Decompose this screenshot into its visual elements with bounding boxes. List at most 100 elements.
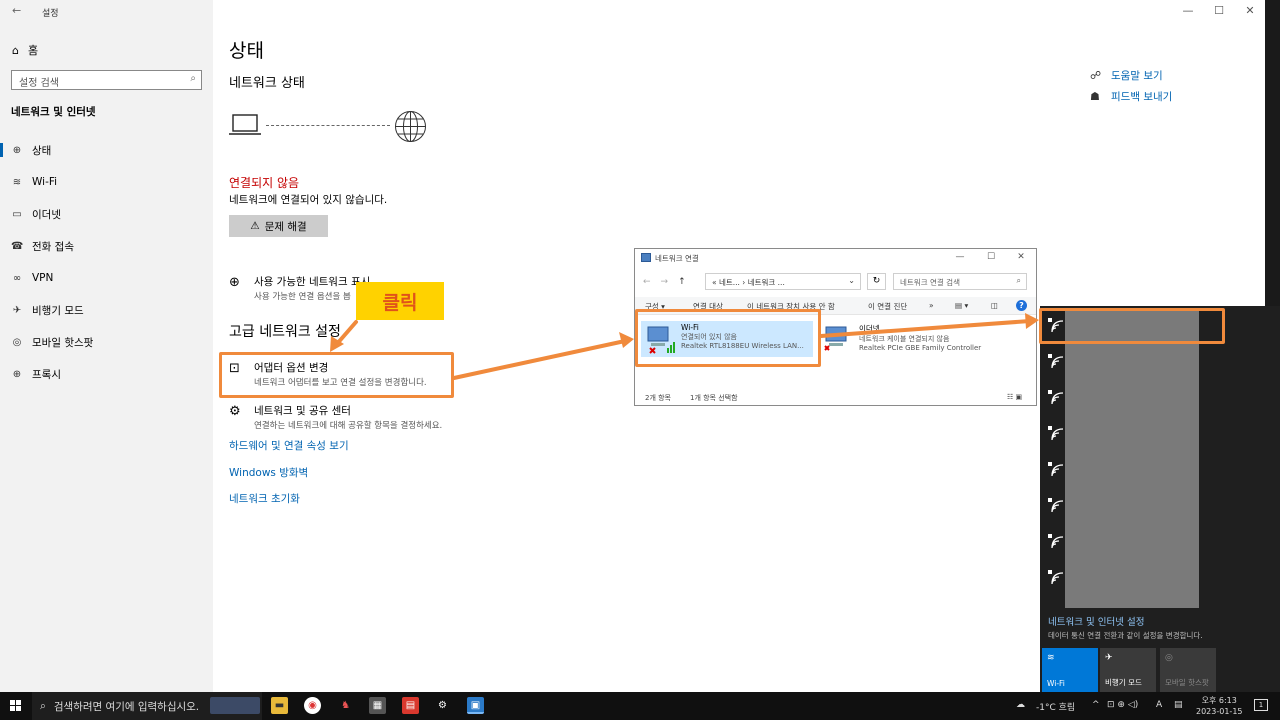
secured-wifi-icon[interactable] [1046, 388, 1064, 406]
sidebar-item-status[interactable]: ⊕ 상태 [0, 138, 213, 162]
details-view-icon[interactable]: ☷ ▣ [1007, 393, 1022, 401]
toolbar-diagnose[interactable]: 이 연결 진단 [868, 301, 907, 312]
troubleshoot-button[interactable]: ⚠ 문제 해결 [229, 215, 328, 237]
preview-pane-icon[interactable]: ◫ [991, 301, 998, 310]
proxy-icon: ⊕ [12, 368, 22, 380]
secured-wifi-icon[interactable] [1046, 352, 1064, 370]
network-sharing-center[interactable]: ⚙ 네트워크 및 공유 센터 연결하는 네트워크에 대해 공유할 항목을 결정하… [229, 403, 442, 431]
warning-icon: ⚠ [250, 220, 260, 232]
network-connections-taskbar-icon[interactable]: ▣ [467, 697, 484, 714]
sidebar-item-airplane[interactable]: ✈ 비행기 모드 [0, 298, 213, 322]
back-icon[interactable]: ← [643, 277, 651, 287]
chrome-icon[interactable]: ◉ [304, 697, 321, 714]
connection-status: 연결되지 않음 [229, 176, 300, 190]
settings-gear-icon[interactable]: ⚙ [434, 697, 451, 714]
sidebar-item-proxy[interactable]: ⊕ 프록시 [0, 362, 213, 386]
adapter-ethernet[interactable]: 이더넷 네트워크 케이블 연결되지 않음 Realtek PCIe GBE Fa… [819, 321, 1029, 354]
back-arrow-icon[interactable]: ← [12, 4, 21, 17]
app-icon[interactable]: ♞ [337, 697, 354, 714]
network-settings-desc: 데이터 통신 연결 전환과 같이 설정을 변경합니다. [1048, 631, 1203, 640]
home-label: 홈 [27, 44, 39, 57]
sidebar-item-ethernet[interactable]: ▭ 이더넷 [0, 202, 213, 226]
quick-tile-wifi[interactable]: ≋ Wi-Fi [1042, 648, 1098, 692]
minimize-button[interactable]: — [1178, 4, 1198, 17]
feedback-link[interactable]: ☗ 피드백 보내기 [1090, 89, 1172, 104]
secured-wifi-icon[interactable] [1046, 568, 1064, 586]
link-network-reset[interactable]: 네트워크 초기화 [229, 491, 300, 506]
window-title: 설정 [42, 9, 59, 19]
network-flyout: 네트워크 및 인터넷 설정 데이터 통신 연결 전환과 같이 설정을 변경합니다… [1040, 306, 1280, 692]
sidebar-item-dialup[interactable]: ☎ 전화 접속 [0, 234, 213, 258]
ethernet-adapter-icon [824, 326, 847, 351]
hotspot-icon: ◎ [12, 336, 22, 348]
maximize-button[interactable]: ☐ [1209, 4, 1229, 17]
link-hardware-properties[interactable]: 하드웨어 및 연결 속성 보기 [229, 438, 349, 453]
office-icon[interactable]: ▤ [402, 697, 419, 714]
feedback-label: 피드백 보내기 [1111, 91, 1173, 103]
file-explorer-icon[interactable]: ▬ [271, 697, 288, 714]
weather-text[interactable]: -1°C 흐림 [1036, 700, 1075, 713]
up-icon[interactable]: ↑ [678, 277, 686, 287]
quick-tile-hotspot[interactable]: ◎ 모바일 핫스팟 [1160, 648, 1216, 692]
address-bar[interactable]: « 네트... › 네트워크 ... ⌄ [705, 273, 861, 290]
secured-wifi-icon[interactable] [1046, 496, 1064, 514]
toolbar-more[interactable]: » [929, 301, 934, 310]
network-settings-link[interactable]: 네트워크 및 인터넷 설정 [1048, 614, 1144, 628]
home-icon: ⌂ [12, 43, 19, 57]
item-desc: 연결하는 네트워크에 대해 공유할 항목을 결정하세요. [254, 421, 443, 431]
item-desc: 사용 가능한 연결 옵션을 봅 [254, 292, 351, 302]
netwin-close-button[interactable]: ✕ [1014, 252, 1028, 262]
link-windows-firewall[interactable]: Windows 방화벽 [229, 465, 308, 480]
show-available-networks[interactable]: ⊕ 사용 가능한 네트워크 표시 사용 가능한 연결 옵션을 봅 [229, 274, 370, 302]
wifi-icon: ≋ [12, 176, 22, 188]
airplane-icon: ✈ [12, 304, 22, 316]
netwin-maximize-button[interactable]: ☐ [984, 252, 998, 262]
search-icon: ⌕ [40, 699, 46, 712]
forward-icon[interactable]: → [661, 277, 669, 287]
click-annotation: 클릭 [356, 282, 444, 320]
secured-wifi-icon[interactable] [1046, 460, 1064, 478]
secured-wifi-icon[interactable] [1046, 532, 1064, 550]
tray-apps-icon[interactable]: ⊡ ⊕ ◁) [1107, 700, 1138, 710]
refresh-button[interactable]: ↻ [867, 273, 886, 290]
keyboard-icon[interactable]: ▤ [1174, 700, 1183, 710]
desktop-background [1265, 0, 1280, 306]
nav-home[interactable]: ⌂ 홈 [12, 42, 38, 58]
netwin-search-input[interactable]: 네트워크 연결 검색 ⌕ [893, 273, 1027, 290]
sidebar-item-wifi[interactable]: ≋ Wi-Fi [0, 170, 213, 194]
search-placeholder: 설정 검색 [19, 78, 59, 89]
highlight-adapter-options [219, 352, 454, 398]
sidebar-item-label: Wi-Fi [32, 176, 58, 188]
netwin-search-placeholder: 네트워크 연결 검색 [900, 278, 960, 287]
view-options-icon[interactable]: ▤ ▾ [955, 301, 968, 310]
clock-date: 2023-01-15 [1196, 707, 1243, 716]
sidebar-item-label: 상태 [32, 144, 52, 157]
troubleshoot-label: 문제 해결 [264, 220, 307, 233]
close-button[interactable]: ✕ [1240, 4, 1260, 17]
settings-search-input[interactable]: 설정 검색 ⌕ [11, 70, 202, 90]
help-link[interactable]: ☍ 도움말 보기 [1090, 68, 1163, 83]
taskbar: ⌕ 검색하려면 여기에 입력하십시오. ▬ ◉ ♞ ▦ ▤ ⚙ ▣ ☁ -1°C… [0, 692, 1280, 720]
netwin-minimize-button[interactable]: — [953, 252, 967, 262]
network-list[interactable] [1065, 310, 1199, 608]
weather-icon[interactable]: ☁ [1016, 700, 1025, 710]
network-folder-icon [641, 253, 651, 262]
tray-overflow-icon[interactable]: ^ [1092, 700, 1100, 710]
sidebar-item-hotspot[interactable]: ◎ 모바일 핫스팟 [0, 330, 213, 354]
notification-icon[interactable]: 1 [1254, 699, 1268, 711]
item-title: 사용 가능한 네트워크 표시 [254, 276, 371, 288]
help-icon: ☍ [1090, 69, 1102, 82]
sidebar-item-vpn[interactable]: ∞ VPN [0, 266, 213, 290]
start-button[interactable] [10, 700, 22, 712]
sidebar-item-label: VPN [32, 272, 54, 284]
calculator-icon[interactable]: ▦ [369, 697, 386, 714]
ime-indicator[interactable]: A [1156, 700, 1162, 710]
sidebar-item-label: 비행기 모드 [32, 304, 84, 317]
quick-tile-airplane[interactable]: ✈ 비행기 모드 [1100, 648, 1156, 692]
tile-label: 비행기 모드 [1105, 678, 1142, 687]
chevron-down-icon[interactable]: ⌄ [848, 276, 855, 285]
help-icon[interactable]: ? [1016, 300, 1027, 311]
search-icon: ⌕ [190, 73, 196, 84]
secured-wifi-icon[interactable] [1046, 424, 1064, 442]
taskbar-clock[interactable]: 오후 6:13 2023-01-15 [1196, 695, 1243, 717]
